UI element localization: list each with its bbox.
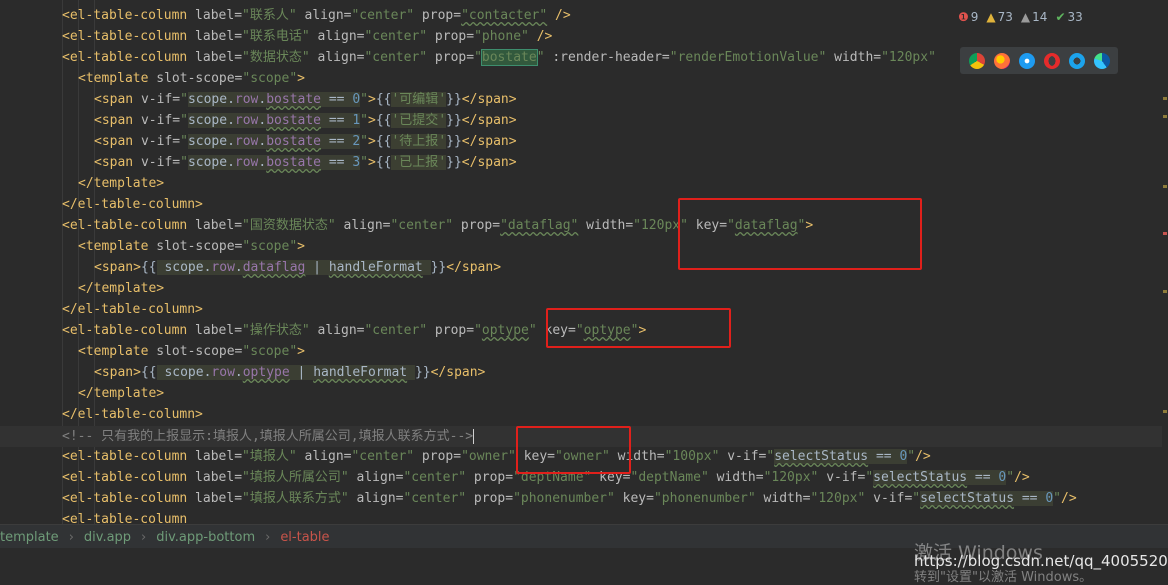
scroll-marker — [1163, 290, 1167, 293]
annotation-box — [546, 308, 731, 348]
code-line: <template slot-scope="scope"> — [78, 71, 305, 86]
code-line: <template slot-scope="scope"> — [78, 344, 305, 359]
code-line: <el-table-column label="填报人" align="cent… — [62, 449, 931, 464]
code-line: <el-table-column label="联系人" align="cent… — [62, 8, 571, 23]
error-icon: ❶ — [958, 10, 969, 24]
code-editor[interactable]: <el-table-column label="联系人" align="cent… — [0, 0, 1168, 524]
code-line: <span v-if="scope.row.bostate == 0">{{'可… — [94, 92, 517, 107]
code-line: </template> — [78, 386, 165, 401]
code-line: <span v-if="scope.row.bostate == 2">{{'待… — [94, 134, 517, 149]
scroll-marker — [1163, 232, 1167, 235]
error-count[interactable]: ❶9 — [958, 10, 978, 24]
breadcrumb-item[interactable]: template — [0, 530, 59, 545]
code-line: </template> — [78, 281, 165, 296]
code-line: <el-table-column — [62, 512, 188, 524]
text-caret — [473, 429, 475, 444]
code-line: </el-table-column> — [62, 197, 203, 212]
breadcrumb-separator: › — [265, 529, 271, 545]
breadcrumb-item[interactable]: div.app-bottom — [156, 530, 255, 545]
annotation-box — [678, 198, 922, 270]
firefox-icon[interactable] — [993, 52, 1010, 69]
inspection-widget[interactable]: ❶9 ▲ 73 ▲ 14 ✔ 33 — [958, 6, 1168, 28]
browser-preview-toolbar — [960, 47, 1118, 74]
breadcrumb-separator: › — [68, 529, 74, 545]
weak-warning-count[interactable]: ▲ 14 — [1021, 10, 1048, 24]
warning-icon: ▲ — [986, 10, 996, 24]
edge-icon[interactable] — [1093, 52, 1110, 69]
code-line: <template slot-scope="scope"> — [78, 239, 305, 254]
code-line: </template> — [78, 176, 165, 191]
warning-count[interactable]: ▲ 73 — [986, 10, 1013, 24]
ie-icon[interactable] — [1068, 52, 1085, 69]
code-line: </el-table-column> — [62, 407, 203, 422]
code-line: <span>{{ scope.row.optype | handleFormat… — [94, 365, 486, 380]
chrome-icon[interactable] — [968, 52, 985, 69]
scroll-marker — [1163, 185, 1167, 188]
check-icon: ✔ — [1055, 10, 1066, 24]
code-line: <el-table-column label="填报人联系方式" align="… — [62, 491, 1077, 506]
code-line: <span v-if="scope.row.bostate == 3">{{'已… — [94, 155, 517, 170]
code-line: <span v-if="scope.row.bostate == 1">{{'已… — [94, 113, 517, 128]
scroll-marker — [1163, 97, 1167, 100]
scroll-marker — [1163, 410, 1167, 413]
windows-activation-subtitle: 转到"设置"以激活 Windows。 — [914, 570, 1093, 585]
annotation-box — [516, 426, 631, 474]
breadcrumb-item[interactable]: div.app — [84, 530, 131, 545]
code-line: </el-table-column> — [62, 302, 203, 317]
breadcrumb-separator: › — [141, 529, 147, 545]
code-line: <el-table-column label="联系电话" align="cen… — [62, 29, 553, 44]
safari-icon[interactable] — [1018, 52, 1035, 69]
weak-warning-icon: ▲ — [1020, 10, 1031, 24]
editor-scrollbar[interactable] — [1162, 0, 1168, 524]
typo-count[interactable]: ✔ 33 — [1055, 10, 1082, 24]
opera-icon[interactable] — [1043, 52, 1060, 69]
code-line: <el-table-column label="数据状态" align="cen… — [62, 49, 936, 66]
code-comment: <!-- 只有我的上报显示:填报人,填报人所属公司,填报人联系方式--> — [62, 429, 475, 444]
code-line: <span>{{ scope.row.dataflag | handleForm… — [94, 260, 502, 275]
scroll-marker — [1163, 115, 1167, 118]
breadcrumb-item[interactable]: el-table — [280, 530, 329, 545]
